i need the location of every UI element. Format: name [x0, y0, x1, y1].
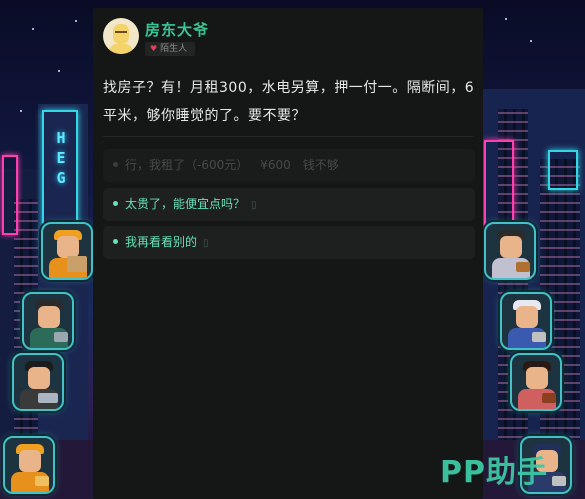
badge-icon	[552, 476, 566, 486]
relation-badge: ♥ 陌生人	[145, 42, 196, 56]
placeholder-glyph-icon: ▯	[251, 200, 257, 211]
bullet-dot	[113, 162, 118, 167]
old-landlord-avatar-icon	[103, 18, 139, 54]
face-shape	[28, 367, 50, 389]
option-bargain[interactable]: 太贵了，能便宜点吗？ ▯	[103, 188, 475, 221]
neon-sign: H E G	[56, 129, 66, 187]
guitar-icon	[542, 393, 556, 403]
delivery-worker-avatar[interactable]	[41, 222, 93, 280]
option-label: 行，我租了（-600元）	[125, 158, 249, 172]
courier-avatar[interactable]	[3, 436, 55, 494]
heart-icon: ♥	[150, 44, 158, 53]
option-label: 太贵了，能便宜点吗？	[125, 197, 246, 211]
bullet-dot	[113, 239, 118, 244]
option-note: 钱不够	[302, 158, 339, 172]
guitar-icon	[516, 262, 530, 272]
laptop-icon	[38, 393, 58, 403]
dialog-panel: 房东大爷 ♥ 陌生人 找房子？有！月租300，水电另算，押一付一。隔断间，6平米，…	[93, 8, 483, 499]
cleaner-avatar[interactable]	[500, 292, 552, 350]
face-shape	[38, 306, 60, 328]
head-shape	[113, 24, 129, 44]
placeholder-glyph-icon: ▯	[203, 238, 209, 249]
face-shape	[57, 236, 79, 258]
npc-header: 房东大爷 ♥ 陌生人	[103, 18, 403, 60]
phone-icon	[35, 476, 49, 486]
divider	[103, 136, 473, 137]
option-rent-room[interactable]: 行，我租了（-600元） ¥600 钱不够	[103, 149, 475, 182]
bullet-dot	[113, 201, 118, 206]
npc-message: 找房子？有！月租300，水电另算，押一付一。隔断间，6平米，够你睡觉的了。要不要…	[103, 80, 475, 124]
programmer-avatar[interactable]	[12, 353, 64, 411]
face-shape	[500, 236, 522, 258]
torso-shape	[109, 44, 133, 54]
face-shape	[19, 450, 41, 472]
package-icon	[67, 256, 87, 272]
option-look-elsewhere[interactable]: 我再看看别的 ▯	[103, 226, 475, 259]
guitarist-avatar[interactable]	[510, 353, 562, 411]
musician-girl-avatar[interactable]	[484, 222, 536, 280]
brow-shape	[115, 31, 127, 33]
face-shape	[526, 367, 548, 389]
office-worker-avatar[interactable]	[22, 292, 74, 350]
pp-assistant-watermark: PP助手	[440, 455, 548, 490]
mop-icon	[532, 332, 546, 342]
option-label: 我再看看别的	[125, 235, 198, 249]
relation-label: 陌生人	[160, 44, 188, 54]
laptop-icon	[54, 332, 68, 342]
npc-name: 房东大爷	[145, 21, 210, 39]
face-shape	[516, 306, 538, 328]
option-price: ¥600	[260, 158, 291, 172]
